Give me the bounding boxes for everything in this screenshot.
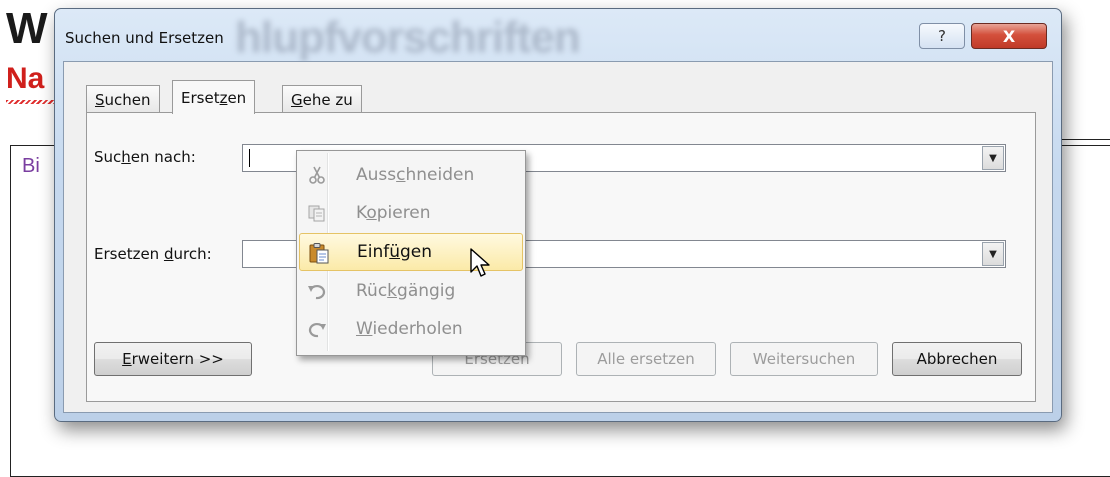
replace-all-button[interactable]: Alle ersetzen	[576, 342, 716, 376]
paste-icon	[308, 242, 329, 264]
menu-item-copy[interactable]: Kopieren	[299, 195, 521, 231]
tab-gehe-zu[interactable]: Gehe zu	[282, 85, 362, 114]
chevron-down-icon: ▼	[989, 248, 997, 260]
more-options-button[interactable]: Erweitern >>	[94, 342, 252, 376]
undo-icon	[307, 281, 327, 301]
spellcheck-squiggle	[6, 100, 56, 104]
blurred-background-title: hlupfvorschriften	[235, 13, 581, 62]
document-subheading-text: Na	[6, 62, 45, 95]
tab-ersetzen[interactable]: Erset z en	[172, 80, 256, 114]
dialog-client-area: Suchen Erset z en Gehe zu Suchen nach: ▼ E…	[63, 61, 1053, 413]
document-box-text: Bi	[22, 155, 40, 177]
menu-item-cut[interactable]: Ausschneiden	[299, 157, 521, 193]
dialog-title: Suchen und Ersetzen	[65, 29, 224, 47]
find-replace-dialog: hlupfvorschriften Suchen und Ersetzen ? …	[54, 8, 1062, 422]
close-button[interactable]: X	[971, 23, 1047, 49]
scissors-icon	[307, 165, 327, 185]
text-caret	[249, 149, 250, 167]
find-dropdown-button[interactable]: ▼	[982, 146, 1004, 170]
replace-dropdown-button[interactable]: ▼	[982, 242, 1004, 266]
menu-item-redo[interactable]: Wiederholen	[299, 311, 521, 347]
tab-suchen[interactable]: Suchen	[86, 85, 160, 114]
chevron-down-icon: ▼	[989, 152, 997, 164]
redo-icon	[307, 319, 327, 339]
document-heading: W	[6, 4, 48, 53]
find-next-button[interactable]: Weitersuchen	[730, 342, 878, 376]
mouse-pointer-icon	[470, 248, 492, 280]
copy-icon	[307, 203, 327, 223]
replace-label: Ersetzen durch:	[94, 245, 212, 263]
help-button[interactable]: ?	[919, 23, 965, 49]
find-label: Suchen nach:	[94, 148, 196, 166]
document-subheading: Na	[6, 62, 56, 104]
cancel-button[interactable]: Abbrechen	[892, 342, 1022, 376]
